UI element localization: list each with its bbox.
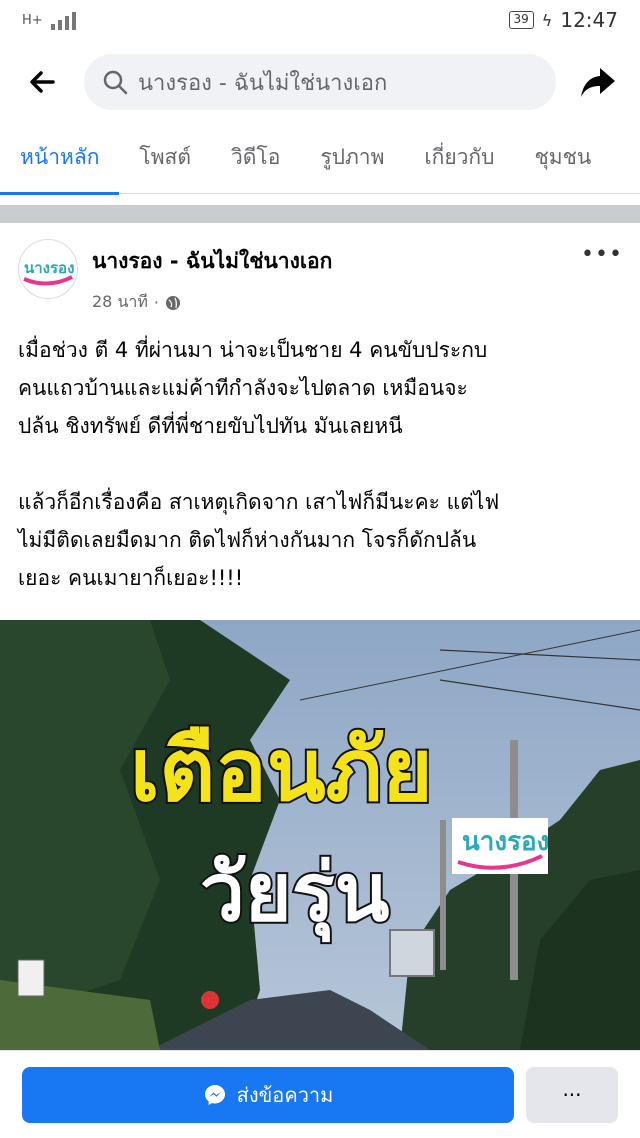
- headline-line-2: วัยรุ่น: [200, 846, 389, 943]
- page-logo-icon: นางรอง: [23, 259, 74, 286]
- globe-icon: [166, 295, 181, 310]
- search-query: นางรอง - ฉันไม่ใช่นางเอก: [138, 70, 388, 96]
- avatar[interactable]: นางรอง: [18, 239, 78, 299]
- search-icon: [103, 70, 128, 95]
- post-header: นางรอง นางรอง - ฉันไม่ใช่นางเอก 28 นาที …: [18, 239, 622, 319]
- tab-posts[interactable]: โพสต์: [119, 122, 211, 194]
- tab-videos[interactable]: วิดีโอ: [211, 122, 300, 194]
- more-actions-button[interactable]: ···: [526, 1066, 618, 1123]
- top-search-bar: นางรอง - ฉันไม่ใช่นางเอก: [0, 44, 640, 120]
- network-type: H+: [22, 12, 43, 28]
- battery-indicator: 39: [508, 11, 534, 29]
- post-timestamp[interactable]: 28 นาที ·: [92, 290, 582, 315]
- tab-about[interactable]: เกี่ยวกับ: [404, 122, 514, 194]
- clock: 12:47: [560, 8, 618, 32]
- bottom-action-bar: ส่งข้อความ ···: [0, 1050, 640, 1138]
- more-options-icon[interactable]: •••: [581, 239, 622, 269]
- section-divider: [0, 205, 640, 223]
- page-name-link[interactable]: นางรอง - ฉันไม่ใช่นางเอก: [92, 245, 582, 278]
- back-arrow-icon: [30, 71, 55, 93]
- signal-icon: [50, 12, 76, 30]
- messenger-icon: [204, 1084, 225, 1105]
- dot-separator: ·: [153, 293, 160, 312]
- post-image[interactable]: นางรอง เตือนภัย วัยรุ่น: [0, 620, 640, 1050]
- charging-icon: ϟ: [541, 10, 553, 30]
- post-photo: นางรอง เตือนภัย วัยรุ่น: [0, 620, 640, 1050]
- tab-community[interactable]: ชุมชน: [514, 122, 611, 194]
- back-button[interactable]: [18, 58, 66, 106]
- headline-line-1: เตือนภัย: [130, 721, 433, 821]
- svg-text:นางรอง: นางรอง: [462, 827, 549, 857]
- svg-text:นางรอง: นางรอง: [24, 259, 74, 277]
- post-text: เมื่อช่วง ตี 4 ที่ผ่านมา น่าจะเป็นชาย 4 …: [18, 338, 500, 590]
- send-message-label: ส่งข้อความ: [236, 1082, 334, 1107]
- share-button[interactable]: [574, 58, 622, 106]
- send-message-button[interactable]: ส่งข้อความ: [22, 1066, 514, 1123]
- post-time: 28 นาที: [92, 292, 148, 311]
- search-input[interactable]: นางรอง - ฉันไม่ใช่นางเอก: [84, 54, 556, 110]
- tab-home[interactable]: หน้าหลัก: [0, 122, 120, 195]
- signal-indicator: H+: [22, 10, 79, 30]
- post-card: นางรอง นางรอง - ฉันไม่ใช่นางเอก 28 นาที …: [0, 223, 640, 1083]
- share-arrow-icon: [581, 68, 615, 97]
- status-bar: H+ 39 ϟ 12:47: [0, 0, 640, 40]
- page-tabs: หน้าหลัก โพสต์ วิดีโอ รูปภาพ เกี่ยวกับ ช…: [0, 122, 640, 195]
- tab-photos[interactable]: รูปภาพ: [300, 122, 404, 194]
